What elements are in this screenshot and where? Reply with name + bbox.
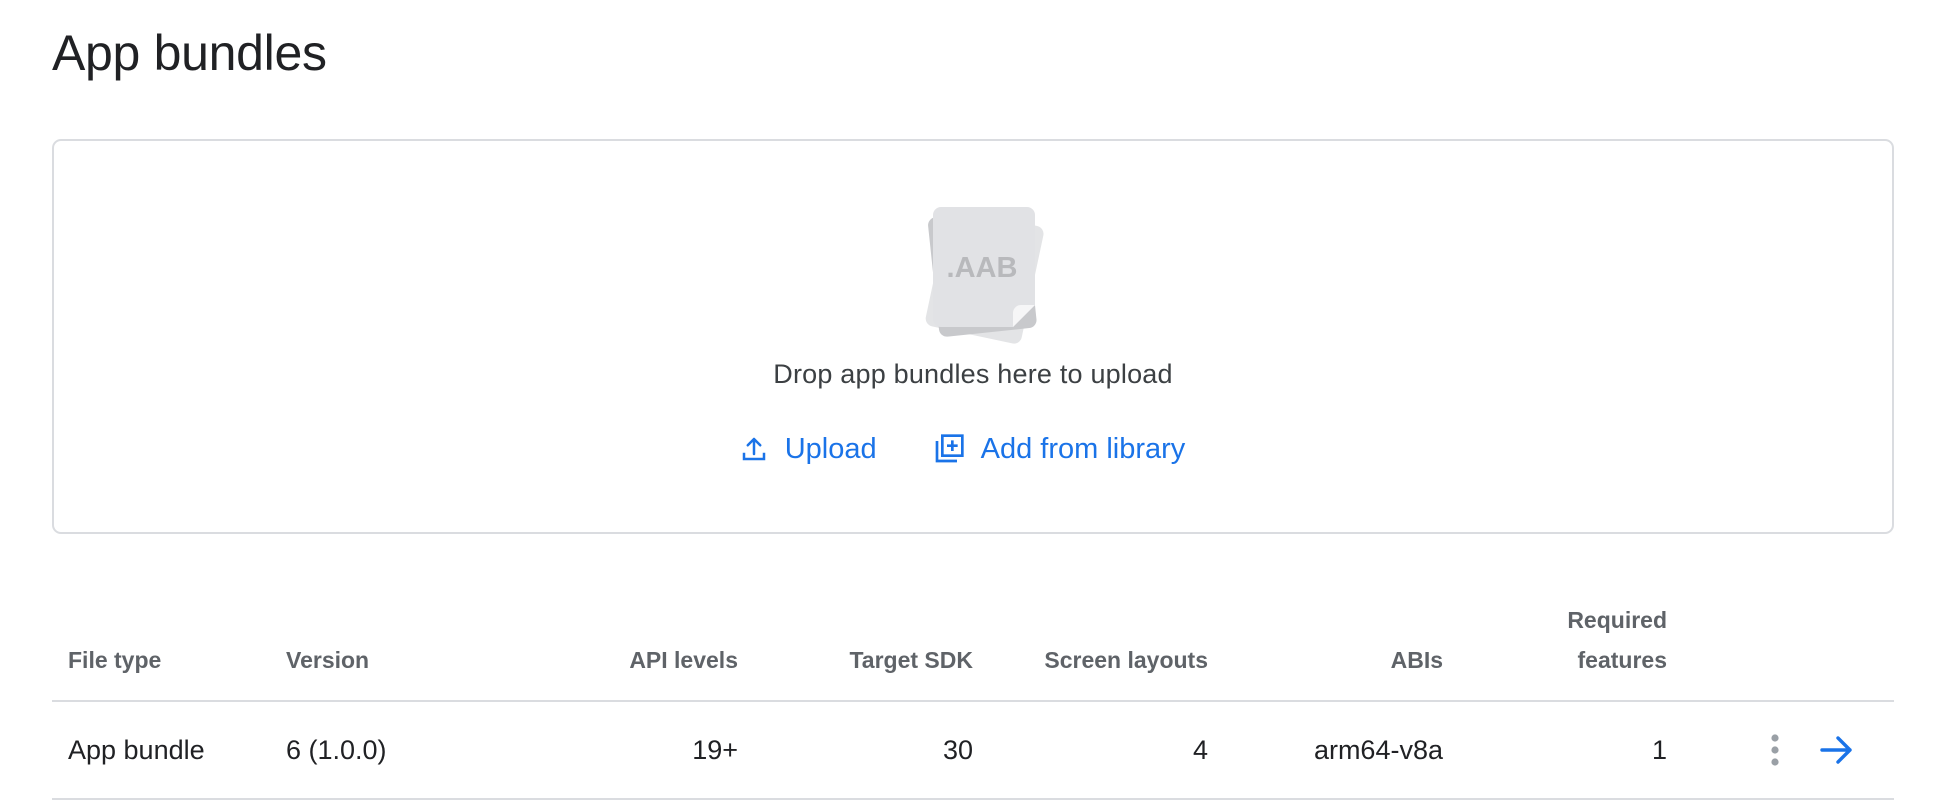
upload-icon <box>742 437 765 461</box>
cell-target-sdk: 30 <box>738 701 973 800</box>
add-from-library-label: Add from library <box>980 432 1186 465</box>
header-api-levels[interactable]: API levels <box>486 570 738 702</box>
cell-row-actions <box>1667 701 1894 800</box>
page-title: App bundles <box>52 25 327 81</box>
more-vert-icon[interactable] <box>1770 732 1780 768</box>
drop-instructions: Drop app bundles here to upload <box>773 359 1173 389</box>
header-version[interactable]: Version <box>286 570 486 702</box>
header-actions <box>1667 570 1894 702</box>
header-screen-layouts[interactable]: Screen layouts <box>973 570 1208 702</box>
cell-abis: arm64-v8a <box>1208 701 1443 800</box>
cell-api-levels: 19+ <box>486 701 738 800</box>
cell-required-features: 1 <box>1443 701 1667 800</box>
table-row[interactable]: App bundle 6 (1.0.0) 19+ 30 4 arm64-v8a … <box>52 701 1894 800</box>
add-from-library-button[interactable]: Add from library <box>929 425 1190 473</box>
table-header-row: File type Version API levels Target SDK … <box>52 570 1894 702</box>
aab-file-label: .AAB <box>947 252 1018 284</box>
arrow-forward-icon[interactable] <box>1820 735 1854 765</box>
header-target-sdk[interactable]: Target SDK <box>738 570 973 702</box>
header-required-features[interactable]: Required features <box>1443 570 1667 702</box>
upload-button[interactable]: Upload <box>735 425 881 473</box>
cell-version: 6 (1.0.0) <box>286 701 486 800</box>
header-file-type[interactable]: File type <box>52 570 286 702</box>
cell-file-type: App bundle <box>52 701 286 800</box>
header-abis[interactable]: ABIs <box>1208 570 1443 702</box>
cell-screen-layouts: 4 <box>973 701 1208 800</box>
upload-actions: Upload Add from library <box>54 425 1892 473</box>
upload-label: Upload <box>784 432 877 465</box>
app-bundles-table: File type Version API levels Target SDK … <box>52 570 1894 800</box>
header-required-line2: features <box>1577 647 1667 673</box>
aab-file-illustration: .AAB <box>925 207 1044 344</box>
library-add-icon <box>935 434 964 463</box>
header-required-line1: Required <box>1567 607 1667 633</box>
upload-dropzone[interactable]: .AAB Drop app bundles here to upload Upl… <box>52 139 1894 534</box>
